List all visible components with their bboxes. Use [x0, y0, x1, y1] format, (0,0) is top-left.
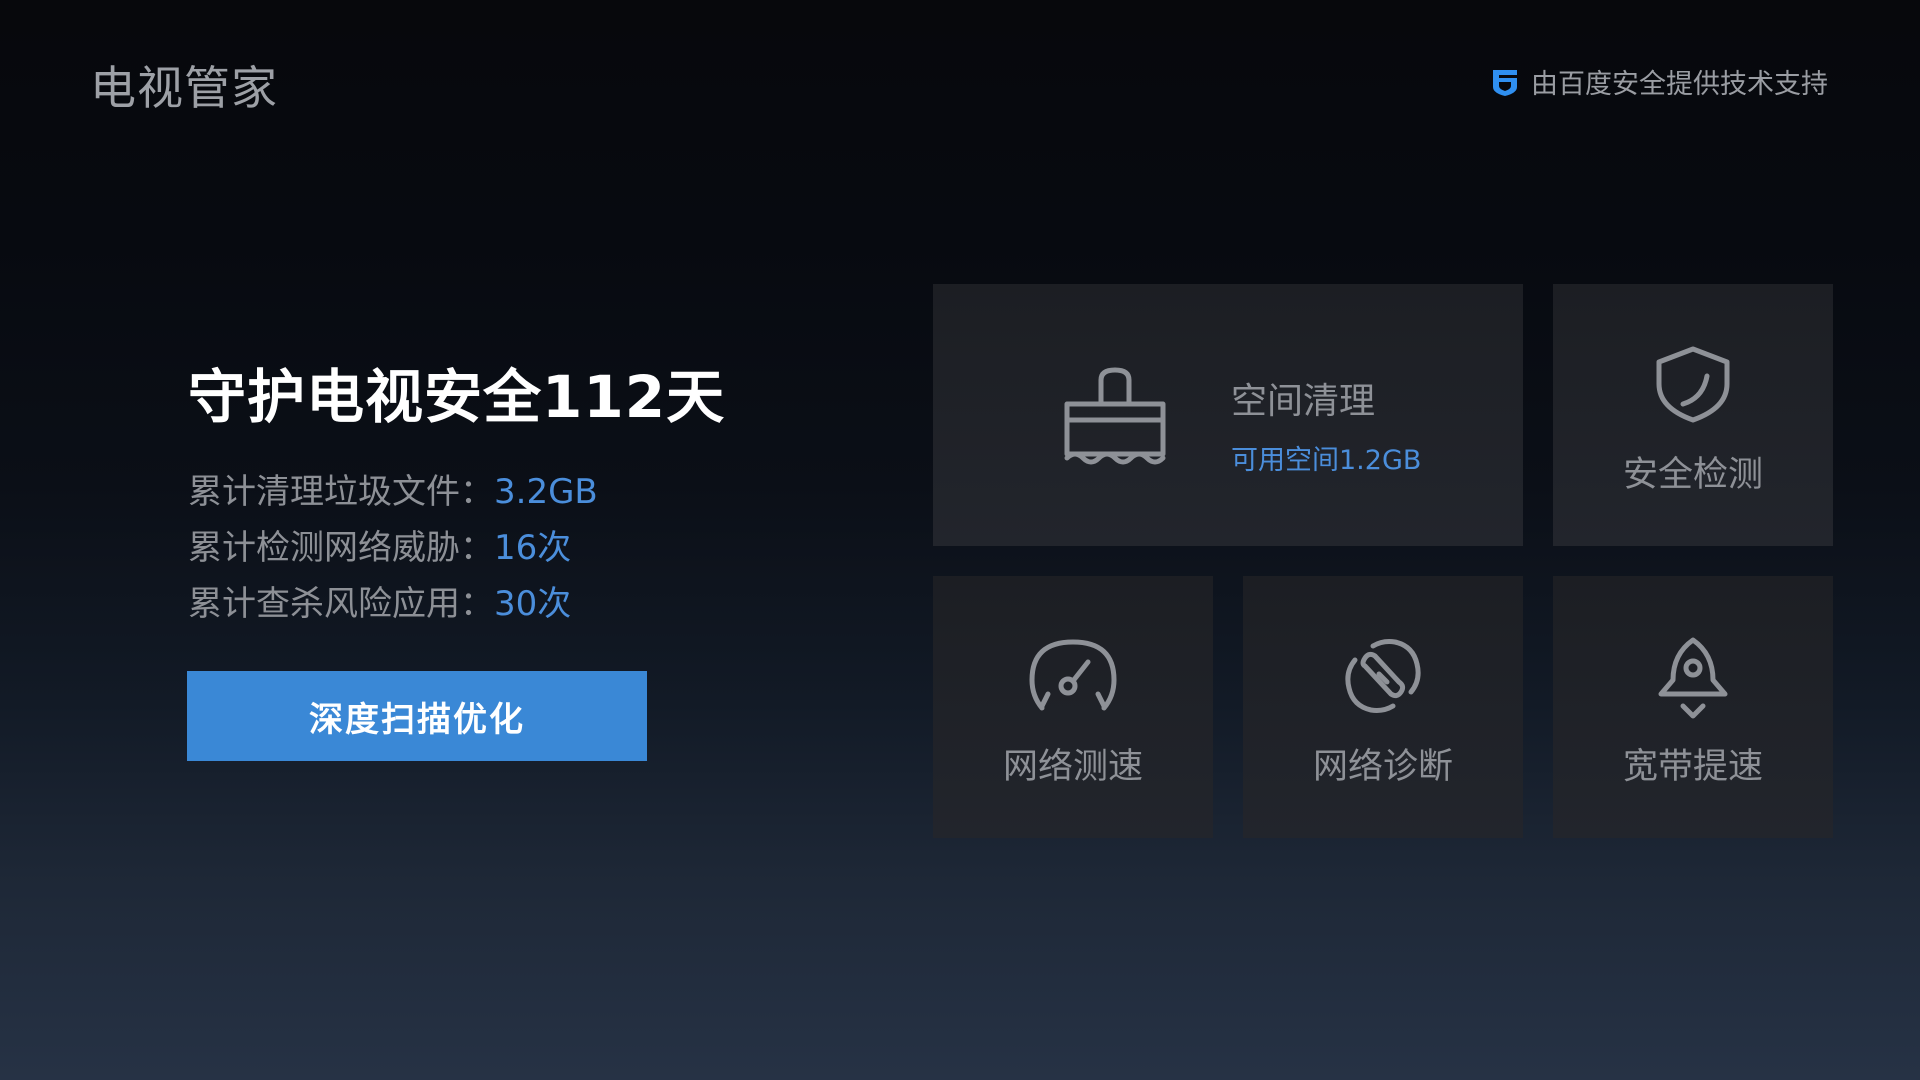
security-check-tile[interactable]: 安全检测: [1553, 284, 1833, 546]
provider-credit: 由百度安全提供技术支持: [1491, 62, 1828, 101]
baidu-security-shield-icon: [1491, 67, 1519, 97]
stat-label: 累计清理垃圾文件：: [188, 472, 494, 512]
broadband-boost-tile[interactable]: 宽带提速: [1553, 576, 1833, 838]
broadband-boost-label: 宽带提速: [1622, 747, 1763, 787]
shield-icon: [1653, 344, 1733, 424]
provider-text: 由百度安全提供技术支持: [1531, 69, 1828, 100]
protection-days-title: 守护电视安全112天: [188, 363, 726, 431]
space-clean-title: 空间清理: [1231, 381, 1376, 422]
app-title: 电视管家: [90, 61, 278, 115]
available-space-text: 可用空间1.2GB: [1231, 445, 1422, 476]
speed-test-label: 网络测速: [1002, 747, 1143, 787]
stat-row-threats: 累计检测网络威胁：16次: [188, 520, 725, 576]
stat-value: 30次: [494, 584, 572, 624]
speed-test-tile[interactable]: 网络测速: [933, 576, 1213, 838]
stat-value: 16次: [494, 528, 572, 568]
stat-row-risk-apps: 累计查杀风险应用：30次: [188, 576, 725, 632]
stat-label: 累计检测网络威胁：: [188, 528, 494, 568]
link-broken-icon: [1343, 636, 1423, 716]
network-diagnose-label: 网络诊断: [1312, 747, 1453, 787]
stat-row-junk: 累计清理垃圾文件：3.2GB: [188, 464, 725, 520]
deep-scan-button[interactable]: 深度扫描优化: [187, 671, 647, 761]
hero-panel: 守护电视安全112天 累计清理垃圾文件：3.2GB 累计检测网络威胁：16次 累…: [188, 350, 725, 632]
brush-icon: [1063, 362, 1167, 466]
stat-value: 3.2GB: [494, 472, 598, 512]
space-clean-text: 空间清理 可用空间1.2GB: [1231, 372, 1421, 477]
speedometer-icon: [1028, 636, 1118, 716]
network-diagnose-tile[interactable]: 网络诊断: [1243, 576, 1523, 838]
space-clean-tile[interactable]: 空间清理 可用空间1.2GB: [933, 284, 1523, 546]
security-check-label: 安全检测: [1622, 455, 1763, 495]
stat-label: 累计查杀风险应用：: [188, 584, 494, 624]
rocket-icon: [1657, 636, 1729, 720]
